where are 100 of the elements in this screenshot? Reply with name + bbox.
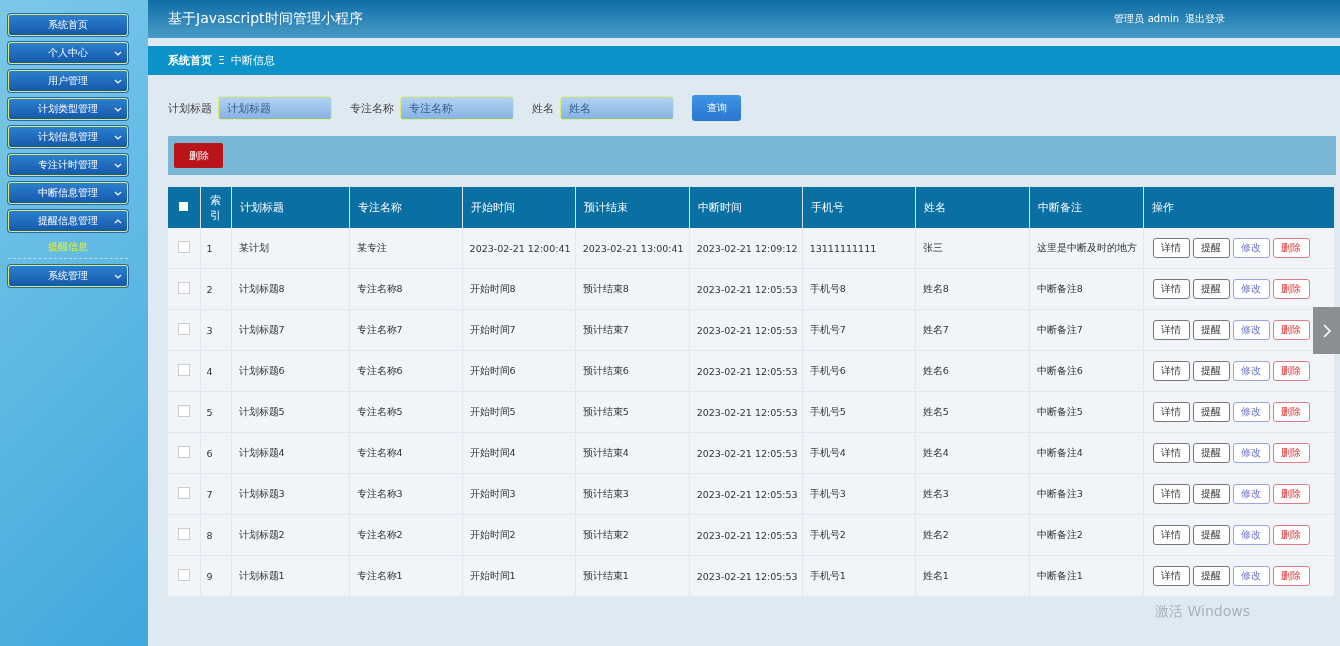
table-cell: 开始时间6 [462, 350, 576, 392]
table-cell: 6 [200, 432, 231, 474]
search-field[interactable]: 姓名 [560, 96, 674, 120]
table-cell: 2023-02-21 12:00:41 [462, 228, 576, 269]
table-cell: 计划标题8 [231, 268, 350, 310]
table-cell: 开始时间3 [462, 473, 576, 515]
row-action-button[interactable]: 修改 [1232, 525, 1270, 545]
table-cell: 中断备注2 [1029, 514, 1144, 556]
delete-button[interactable]: 删除 [174, 143, 223, 168]
logout-link[interactable]: 退出登录 [1185, 12, 1225, 26]
column-header: 手机号 [802, 187, 916, 228]
row-action-button[interactable]: 修改 [1232, 320, 1270, 340]
table-cell: 2023-02-21 12:05:53 [689, 309, 803, 351]
caret-icon [114, 217, 122, 225]
caret-icon [114, 189, 122, 197]
row-action-button[interactable]: 提醒 [1192, 361, 1230, 381]
row-action-button[interactable]: 详情 [1152, 525, 1190, 545]
table-cell: 某专注 [349, 228, 463, 269]
chevron-right-icon [1321, 322, 1332, 339]
row-action-button[interactable]: 详情 [1152, 320, 1190, 340]
column-header: 预计结束 [575, 187, 690, 228]
row-checkbox[interactable] [177, 241, 190, 253]
search-field[interactable]: 专注名称 [400, 96, 514, 120]
sidebar-item[interactable]: 用户管理 [8, 70, 128, 92]
row-action-button[interactable]: 提醒 [1192, 279, 1230, 299]
sidebar-item[interactable]: 系统首页 [8, 14, 128, 36]
sidebar-item[interactable]: 个人中心 [8, 42, 128, 64]
row-checkbox[interactable] [177, 323, 190, 335]
table-cell: 计划标题2 [231, 514, 350, 556]
row-checkbox[interactable] [177, 569, 190, 581]
row-action-button[interactable]: 删除 [1272, 361, 1310, 381]
row-action-button[interactable]: 修改 [1232, 484, 1270, 504]
sidebar-item[interactable]: 中断信息管理 [8, 182, 128, 204]
row-action-button[interactable]: 删除 [1272, 566, 1310, 586]
table-cell: 预计结束2 [575, 514, 690, 556]
table-cell: 开始时间5 [462, 391, 576, 433]
row-action-button[interactable]: 删除 [1272, 443, 1310, 463]
row-checkbox[interactable] [177, 282, 190, 294]
row-action-button[interactable]: 详情 [1152, 238, 1190, 258]
row-action-button[interactable]: 提醒 [1192, 443, 1230, 463]
row-action-button[interactable]: 删除 [1272, 525, 1310, 545]
table-cell: 开始时间1 [462, 555, 576, 597]
row-action-button[interactable]: 提醒 [1192, 320, 1230, 340]
table-cell: 专注名称8 [349, 268, 463, 310]
column-header: 索引 [200, 187, 231, 228]
table-cell: 计划标题7 [231, 309, 350, 351]
table-cell: 专注名称1 [349, 555, 463, 597]
row-action-button[interactable]: 详情 [1152, 361, 1190, 381]
field-label: 姓名 [532, 100, 554, 116]
table-cell: 2 [200, 268, 231, 310]
column-header: 专注名称 [349, 187, 463, 228]
table-cell: 手机号3 [802, 473, 916, 515]
row-checkbox[interactable] [177, 364, 190, 376]
row-action-button[interactable]: 修改 [1232, 443, 1270, 463]
row-action-button[interactable]: 详情 [1152, 484, 1190, 504]
row-action-button[interactable]: 详情 [1152, 566, 1190, 586]
row-action-button[interactable]: 详情 [1152, 443, 1190, 463]
table-cell: 2023-02-21 12:05:53 [689, 432, 803, 474]
table-cell: 2023-02-21 12:05:53 [689, 514, 803, 556]
row-action-button[interactable]: 修改 [1232, 566, 1270, 586]
table-cell: 预计结束4 [575, 432, 690, 474]
row-action-button[interactable]: 详情 [1152, 279, 1190, 299]
row-action-button[interactable]: 删除 [1272, 279, 1310, 299]
table-cell: 专注名称4 [349, 432, 463, 474]
row-action-button[interactable]: 删除 [1272, 402, 1310, 422]
table-cell: 2023-02-21 12:05:53 [689, 391, 803, 433]
row-action-button[interactable]: 提醒 [1192, 402, 1230, 422]
sidebar-item[interactable]: 提醒信息管理 [8, 210, 128, 232]
row-action-button[interactable]: 提醒 [1192, 525, 1230, 545]
table-cell: 计划标题1 [231, 555, 350, 597]
row-checkbox[interactable] [177, 446, 190, 458]
row-checkbox[interactable] [177, 487, 190, 499]
row-action-button[interactable]: 修改 [1232, 361, 1270, 381]
side-panel-handle[interactable] [1313, 307, 1340, 354]
row-checkbox[interactable] [177, 528, 190, 540]
table-cell: 中断备注4 [1029, 432, 1144, 474]
sidebar-item[interactable]: 计划类型管理 [8, 98, 128, 120]
search-button[interactable]: 查询 [692, 95, 741, 121]
sidebar-item[interactable]: 系统管理 [8, 265, 128, 287]
row-action-button[interactable]: 删除 [1272, 238, 1310, 258]
sidebar-item[interactable]: 专注计时管理 [8, 154, 128, 176]
row-action-button[interactable]: 提醒 [1192, 238, 1230, 258]
row-action-button[interactable]: 提醒 [1192, 566, 1230, 586]
table-cell: 2023-02-21 12:05:53 [689, 473, 803, 515]
row-action-button[interactable]: 修改 [1232, 402, 1270, 422]
row-action-button[interactable]: 修改 [1232, 279, 1270, 299]
row-action-button[interactable]: 删除 [1272, 484, 1310, 504]
sidebar-item[interactable]: 计划信息管理 [8, 126, 128, 148]
search-field[interactable]: 计划标题 [218, 96, 332, 120]
row-action-button[interactable]: 详情 [1152, 402, 1190, 422]
row-checkbox[interactable] [177, 405, 190, 417]
table-cell: 专注名称2 [349, 514, 463, 556]
row-action-button[interactable]: 修改 [1232, 238, 1270, 258]
table-cell: 2023-02-21 12:05:53 [689, 268, 803, 310]
breadcrumb-link[interactable]: 系统首页 [168, 53, 212, 68]
row-action-button[interactable]: 删除 [1272, 320, 1310, 340]
table-cell: 专注名称7 [349, 309, 463, 351]
row-action-button[interactable]: 提醒 [1192, 484, 1230, 504]
table-cell: 计划标题3 [231, 473, 350, 515]
select-all-checkbox[interactable] [179, 202, 189, 211]
